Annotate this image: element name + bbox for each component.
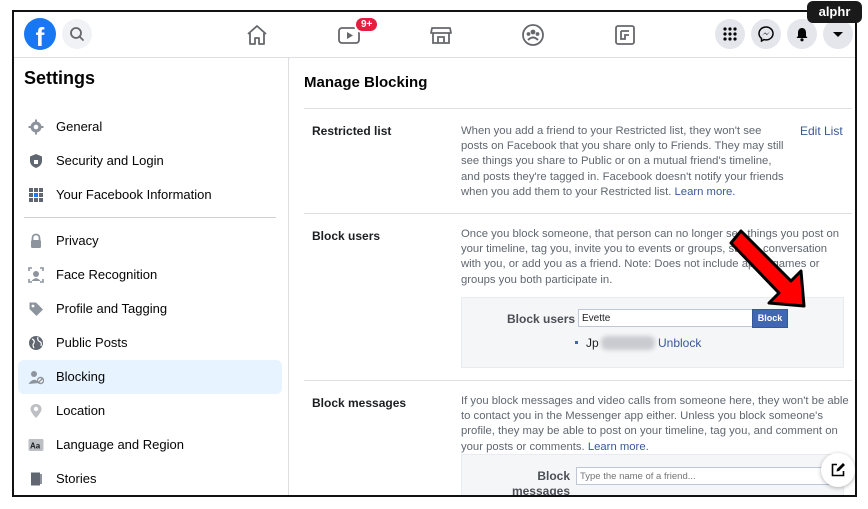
block-messages-field-label: Block messages from [511,469,570,497]
bell-icon [796,28,808,42]
sidebar-item-label: Privacy [56,233,99,248]
section-divider [304,213,852,214]
globe-icon [29,336,43,350]
sidebar-item-blocking[interactable]: Blocking [18,360,282,394]
sidebar-item-public-posts[interactable]: Public Posts [18,326,282,360]
blurred-name-redaction [601,336,655,350]
home-icon[interactable] [244,22,270,48]
edit-list-link[interactable]: Edit List [800,124,843,138]
sidebar-item-privacy[interactable]: Privacy [18,224,282,258]
search-icon [70,27,84,41]
alphr-watermark-logo: alphr [807,1,862,23]
messenger-button[interactable] [751,19,781,49]
notifications-button[interactable] [787,19,817,49]
sidebar-item-label: Your Facebook Information [56,187,212,202]
new-message-button[interactable] [821,453,855,487]
blocked-user-name: Jp [586,336,599,350]
account-button[interactable] [823,19,853,49]
sidebar-item-label: Profile and Tagging [56,301,168,316]
block-messages-learn-more-link[interactable]: Learn more. [588,441,649,453]
block-users-field-label: Block users [507,312,576,326]
block-users-input[interactable] [578,309,754,327]
block-messages-input[interactable] [576,467,836,485]
svg-text:Aa: Aa [30,442,41,451]
compose-icon [831,463,845,477]
watch-notification-badge: 9+ [354,16,380,33]
block-users-label: Block users [312,229,381,243]
sidebar-item-label: Language and Region [56,437,184,452]
sidebar-item-profile-and-tagging[interactable]: Profile and Tagging [18,292,282,326]
sidebar-item-stories[interactable]: Stories [18,462,282,495]
menu-grid-icon [723,27,737,41]
lock-icon [31,233,41,248]
page-title: Manage Blocking [304,74,428,91]
settings-title: Settings [24,68,96,88]
browser-frame: f 9+ Settings General Security and Login… [12,10,857,497]
language-icon: Aa [28,439,44,451]
sidebar-item-label: Location [56,403,106,418]
messenger-icon [758,26,774,42]
restricted-learn-more-link[interactable]: Learn more. [675,186,736,198]
search-button[interactable] [62,19,92,49]
restricted-list-description: When you add a friend to your Restricted… [461,124,786,200]
title-divider [304,108,852,109]
sidebar-item-label: Blocking [56,369,106,384]
sidebar-item-your-facebook-information[interactable]: Your Facebook Information [18,178,282,212]
face-icon [28,267,44,283]
block-messages-text: If you block messages and video calls fr… [461,395,849,453]
location-pin-icon [30,404,42,418]
red-arrow-annotation [729,229,806,308]
block-messages-label: Block messages [312,396,407,410]
sidebar-item-location[interactable]: Location [18,394,282,428]
sidebar-item-label: Face Recognition [56,267,158,282]
section-divider [304,380,852,381]
sidebar-item-label: Stories [56,471,97,486]
tag-icon [29,302,43,316]
gaming-icon[interactable] [612,22,638,48]
sidebar-item-label: Public Posts [56,335,128,350]
shield-icon [30,154,42,168]
block-messages-box: Block messages from [461,454,844,497]
caret-down-icon [833,32,843,37]
list-bullet [575,341,578,344]
sidebar-item-general[interactable]: General [18,110,282,144]
grid-icon [29,188,43,202]
unblock-link[interactable]: Unblock [658,336,701,350]
sidebar-divider [24,217,276,218]
gear-icon [28,119,44,135]
block-user-icon [28,371,44,385]
restricted-list-label: Restricted list [312,124,392,138]
sidebar-item-face-recognition[interactable]: Face Recognition [18,258,282,292]
facebook-logo[interactable]: f [24,18,56,50]
sidebar-item-label: Security and Login [56,153,164,168]
top-navigation-bar: f 9+ [14,12,855,58]
sidebar-item-language-and-region[interactable]: Aa Language and Region [18,428,282,462]
book-icon [31,472,42,486]
sidebar-item-security-and-login[interactable]: Security and Login [18,144,282,178]
block-messages-description: If you block messages and video calls fr… [461,394,849,455]
settings-sidebar: Settings General Security and Login Your… [14,58,289,495]
menu-button[interactable] [715,19,745,49]
marketplace-icon[interactable] [428,22,454,48]
sidebar-item-label: General [56,119,103,134]
groups-icon[interactable] [520,22,546,48]
block-button[interactable]: Block [752,309,788,328]
